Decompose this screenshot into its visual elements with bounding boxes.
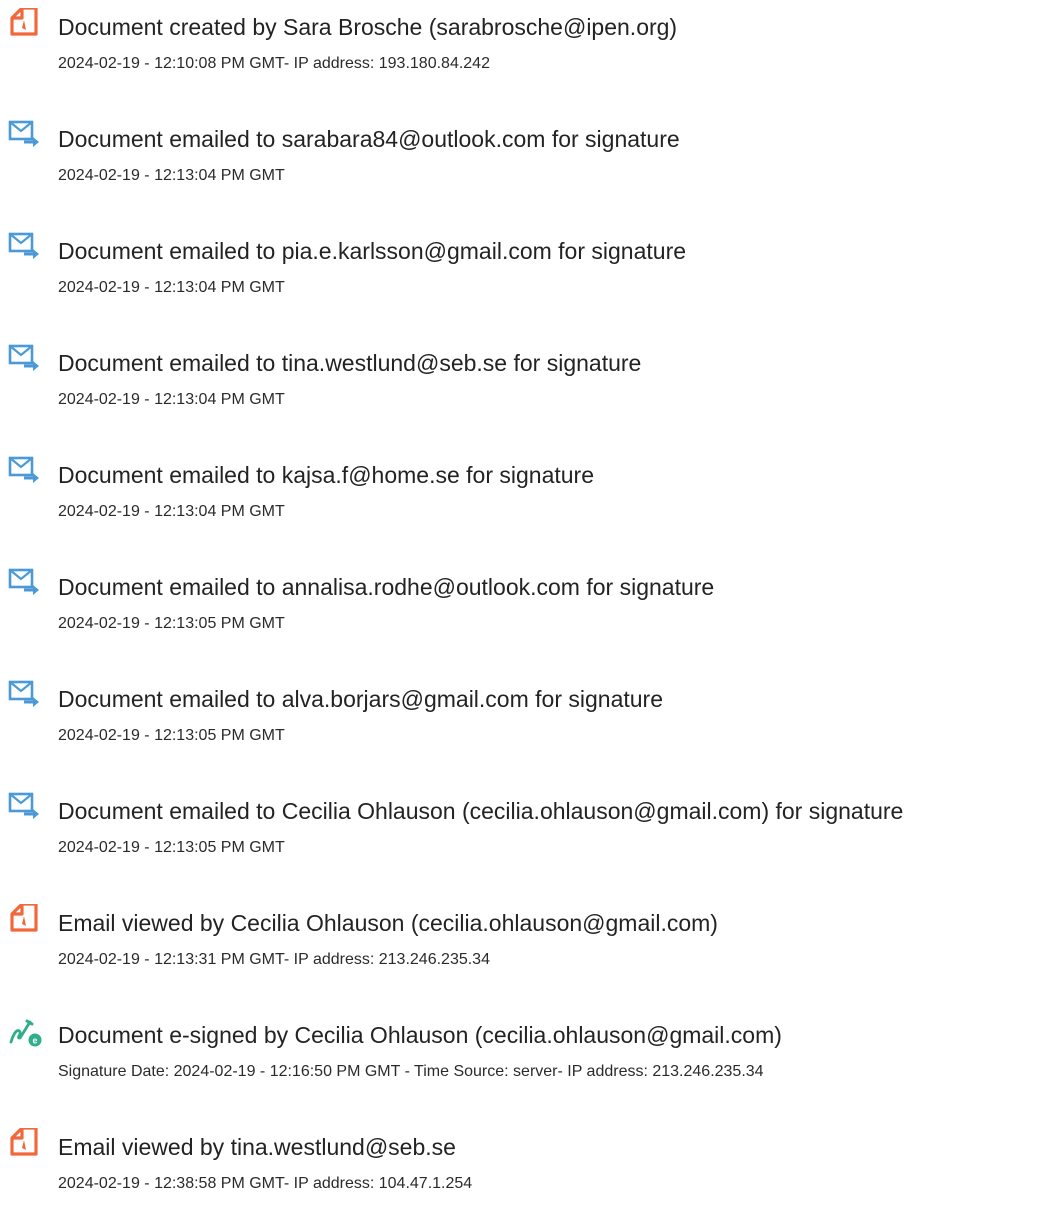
email-viewed-icon (8, 904, 44, 936)
audit-event: Document emailed to annalisa.rodhe@outlo… (0, 560, 1037, 640)
event-timestamp: 2024-02-19 - 12:13:05 PM GMT (58, 727, 285, 744)
event-title: Document e-signed by Cecilia Ohlauson (c… (58, 1022, 782, 1048)
event-timestamp: 2024-02-19 - 12:10:08 PM GMT- IP address… (58, 55, 490, 72)
audit-event: Document emailed to sarabara84@outlook.c… (0, 112, 1037, 192)
audit-event: Document emailed to tina.westlund@seb.se… (0, 336, 1037, 416)
audit-event: Document emailed to pia.e.karlsson@gmail… (0, 224, 1037, 304)
document-created-icon (8, 8, 44, 40)
event-timestamp: 2024-02-19 - 12:13:05 PM GMT (58, 615, 285, 632)
event-title: Document emailed to alva.borjars@gmail.c… (58, 686, 663, 712)
email-viewed-icon (8, 1128, 44, 1160)
svg-text:e: e (32, 1036, 37, 1046)
event-title: Document created by Sara Brosche (sarabr… (58, 14, 678, 40)
e-signed-icon: e (8, 1016, 44, 1048)
event-title: Document emailed to Cecilia Ohlauson (ce… (58, 798, 904, 824)
event-title: Document emailed to kajsa.f@home.se for … (58, 462, 594, 488)
event-title: Document emailed to pia.e.karlsson@gmail… (58, 238, 687, 264)
audit-event: Email viewed by Cecilia Ohlauson (cecili… (0, 896, 1037, 976)
audit-event: Email viewed by tina.westlund@seb.se 202… (0, 1120, 1037, 1200)
email-sent-icon (8, 680, 44, 712)
event-title: Document emailed to annalisa.rodhe@outlo… (58, 574, 715, 600)
audit-event: Document emailed to kajsa.f@home.se for … (0, 448, 1037, 528)
email-sent-icon (8, 792, 44, 824)
audit-event: Document created by Sara Brosche (sarabr… (0, 0, 1037, 80)
event-title: Document emailed to sarabara84@outlook.c… (58, 126, 680, 152)
event-timestamp: 2024-02-19 - 12:13:05 PM GMT (58, 839, 285, 856)
event-timestamp: 2024-02-19 - 12:13:04 PM GMT (58, 391, 285, 408)
audit-event: Document emailed to Cecilia Ohlauson (ce… (0, 784, 1037, 864)
email-sent-icon (8, 120, 44, 152)
audit-event: e Document e-signed by Cecilia Ohlauson … (0, 1008, 1037, 1088)
event-timestamp: 2024-02-19 - 12:13:04 PM GMT (58, 503, 285, 520)
event-timestamp: 2024-02-19 - 12:13:31 PM GMT- IP address… (58, 951, 490, 968)
event-title: Email viewed by tina.westlund@seb.se (58, 1134, 456, 1160)
event-timestamp: 2024-02-19 - 12:38:58 PM GMT- IP address… (58, 1175, 473, 1192)
event-title: Email viewed by Cecilia Ohlauson (cecili… (58, 910, 718, 936)
event-timestamp: 2024-02-19 - 12:13:04 PM GMT (58, 279, 285, 296)
event-title: Document emailed to tina.westlund@seb.se… (58, 350, 642, 376)
email-sent-icon (8, 456, 44, 488)
email-sent-icon (8, 232, 44, 264)
email-sent-icon (8, 568, 44, 600)
audit-event: Document emailed to alva.borjars@gmail.c… (0, 672, 1037, 752)
event-timestamp: 2024-02-19 - 12:13:04 PM GMT (58, 167, 285, 184)
event-timestamp: Signature Date: 2024-02-19 - 12:16:50 PM… (58, 1063, 764, 1080)
email-sent-icon (8, 344, 44, 376)
